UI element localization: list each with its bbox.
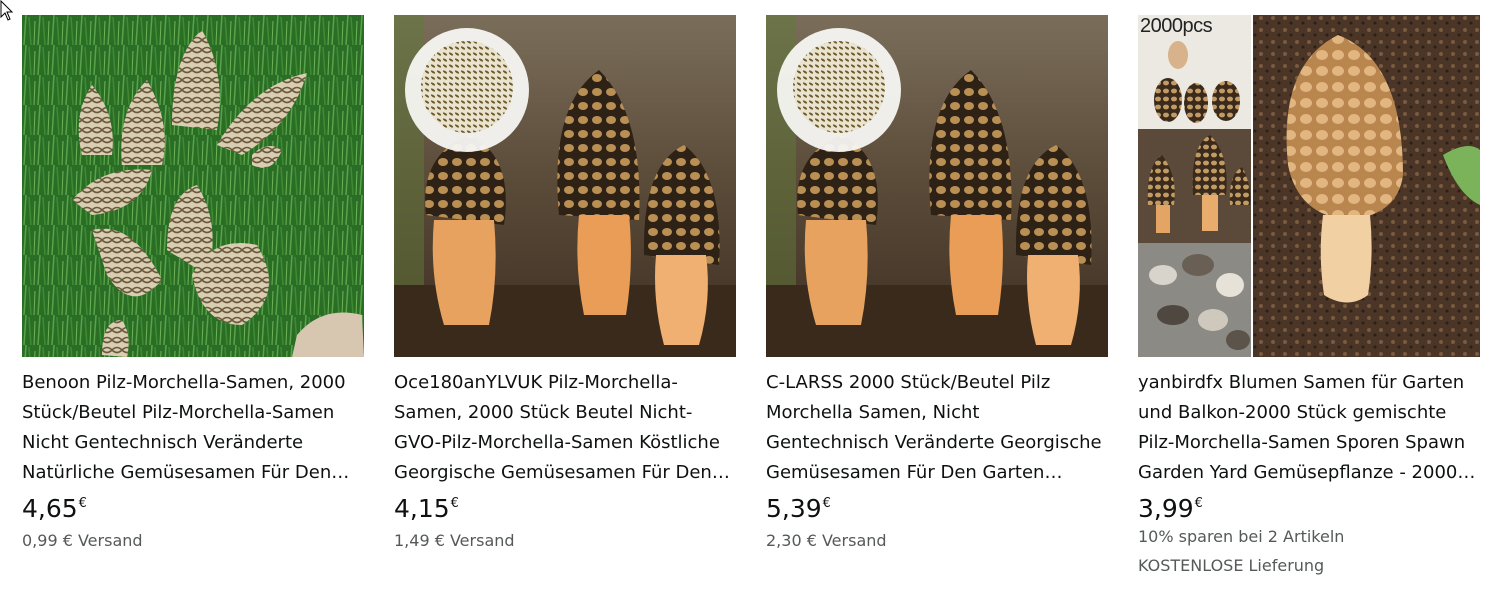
product-card[interactable]: Benoon Pilz-Morchella-Samen, 2000 Stück/…: [22, 15, 364, 551]
product-image[interactable]: 2000pcs: [1138, 15, 1480, 357]
product-image[interactable]: [394, 15, 736, 357]
product-title[interactable]: yanbirdfx Blumen Samen für Garten und Ba…: [1138, 368, 1480, 488]
product-title[interactable]: Benoon Pilz-Morchella-Samen, 2000 Stück/…: [22, 368, 364, 488]
price-currency: €: [450, 496, 459, 511]
product-price: 4,15 €: [394, 496, 736, 521]
shipping-info: KOSTENLOSE Lieferung: [1138, 556, 1325, 575]
product-image[interactable]: [22, 15, 364, 357]
product-title[interactable]: Oce180anYLVUK Pilz-Morchella-Samen, 2000…: [394, 368, 736, 488]
product-card[interactable]: C-LARSS 2000 Stück/Beutel Pilz Morchella…: [766, 15, 1108, 551]
mouse-cursor-icon: [0, 0, 14, 21]
deal-info: 10% sparen bei 2 Artikeln: [1138, 527, 1345, 546]
price-currency: €: [78, 496, 87, 511]
price-currency: €: [1194, 496, 1203, 511]
product-price: 5,39 €: [766, 496, 1108, 521]
price-value: 4,15: [394, 494, 450, 523]
price-value: 5,39: [766, 494, 822, 523]
product-image[interactable]: [766, 15, 1108, 357]
shipping-info: 2,30 € Versand: [766, 531, 887, 550]
shipping-info: 0,99 € Versand: [22, 531, 143, 550]
product-price: 4,65 €: [22, 496, 364, 521]
product-price: 3,99 €: [1138, 496, 1480, 521]
product-card[interactable]: Oce180anYLVUK Pilz-Morchella-Samen, 2000…: [394, 15, 736, 551]
shipping-info: 1,49 € Versand: [394, 531, 515, 550]
price-value: 3,99: [1138, 494, 1194, 523]
product-title[interactable]: C-LARSS 2000 Stück/Beutel Pilz Morchella…: [766, 368, 1108, 488]
price-currency: €: [822, 496, 831, 511]
image-overlay-text: 2000pcs: [1140, 15, 1213, 37]
product-card[interactable]: 2000pcs yanbirdfx Blumen Samen für Garte…: [1138, 15, 1480, 576]
price-value: 4,65: [22, 494, 78, 523]
